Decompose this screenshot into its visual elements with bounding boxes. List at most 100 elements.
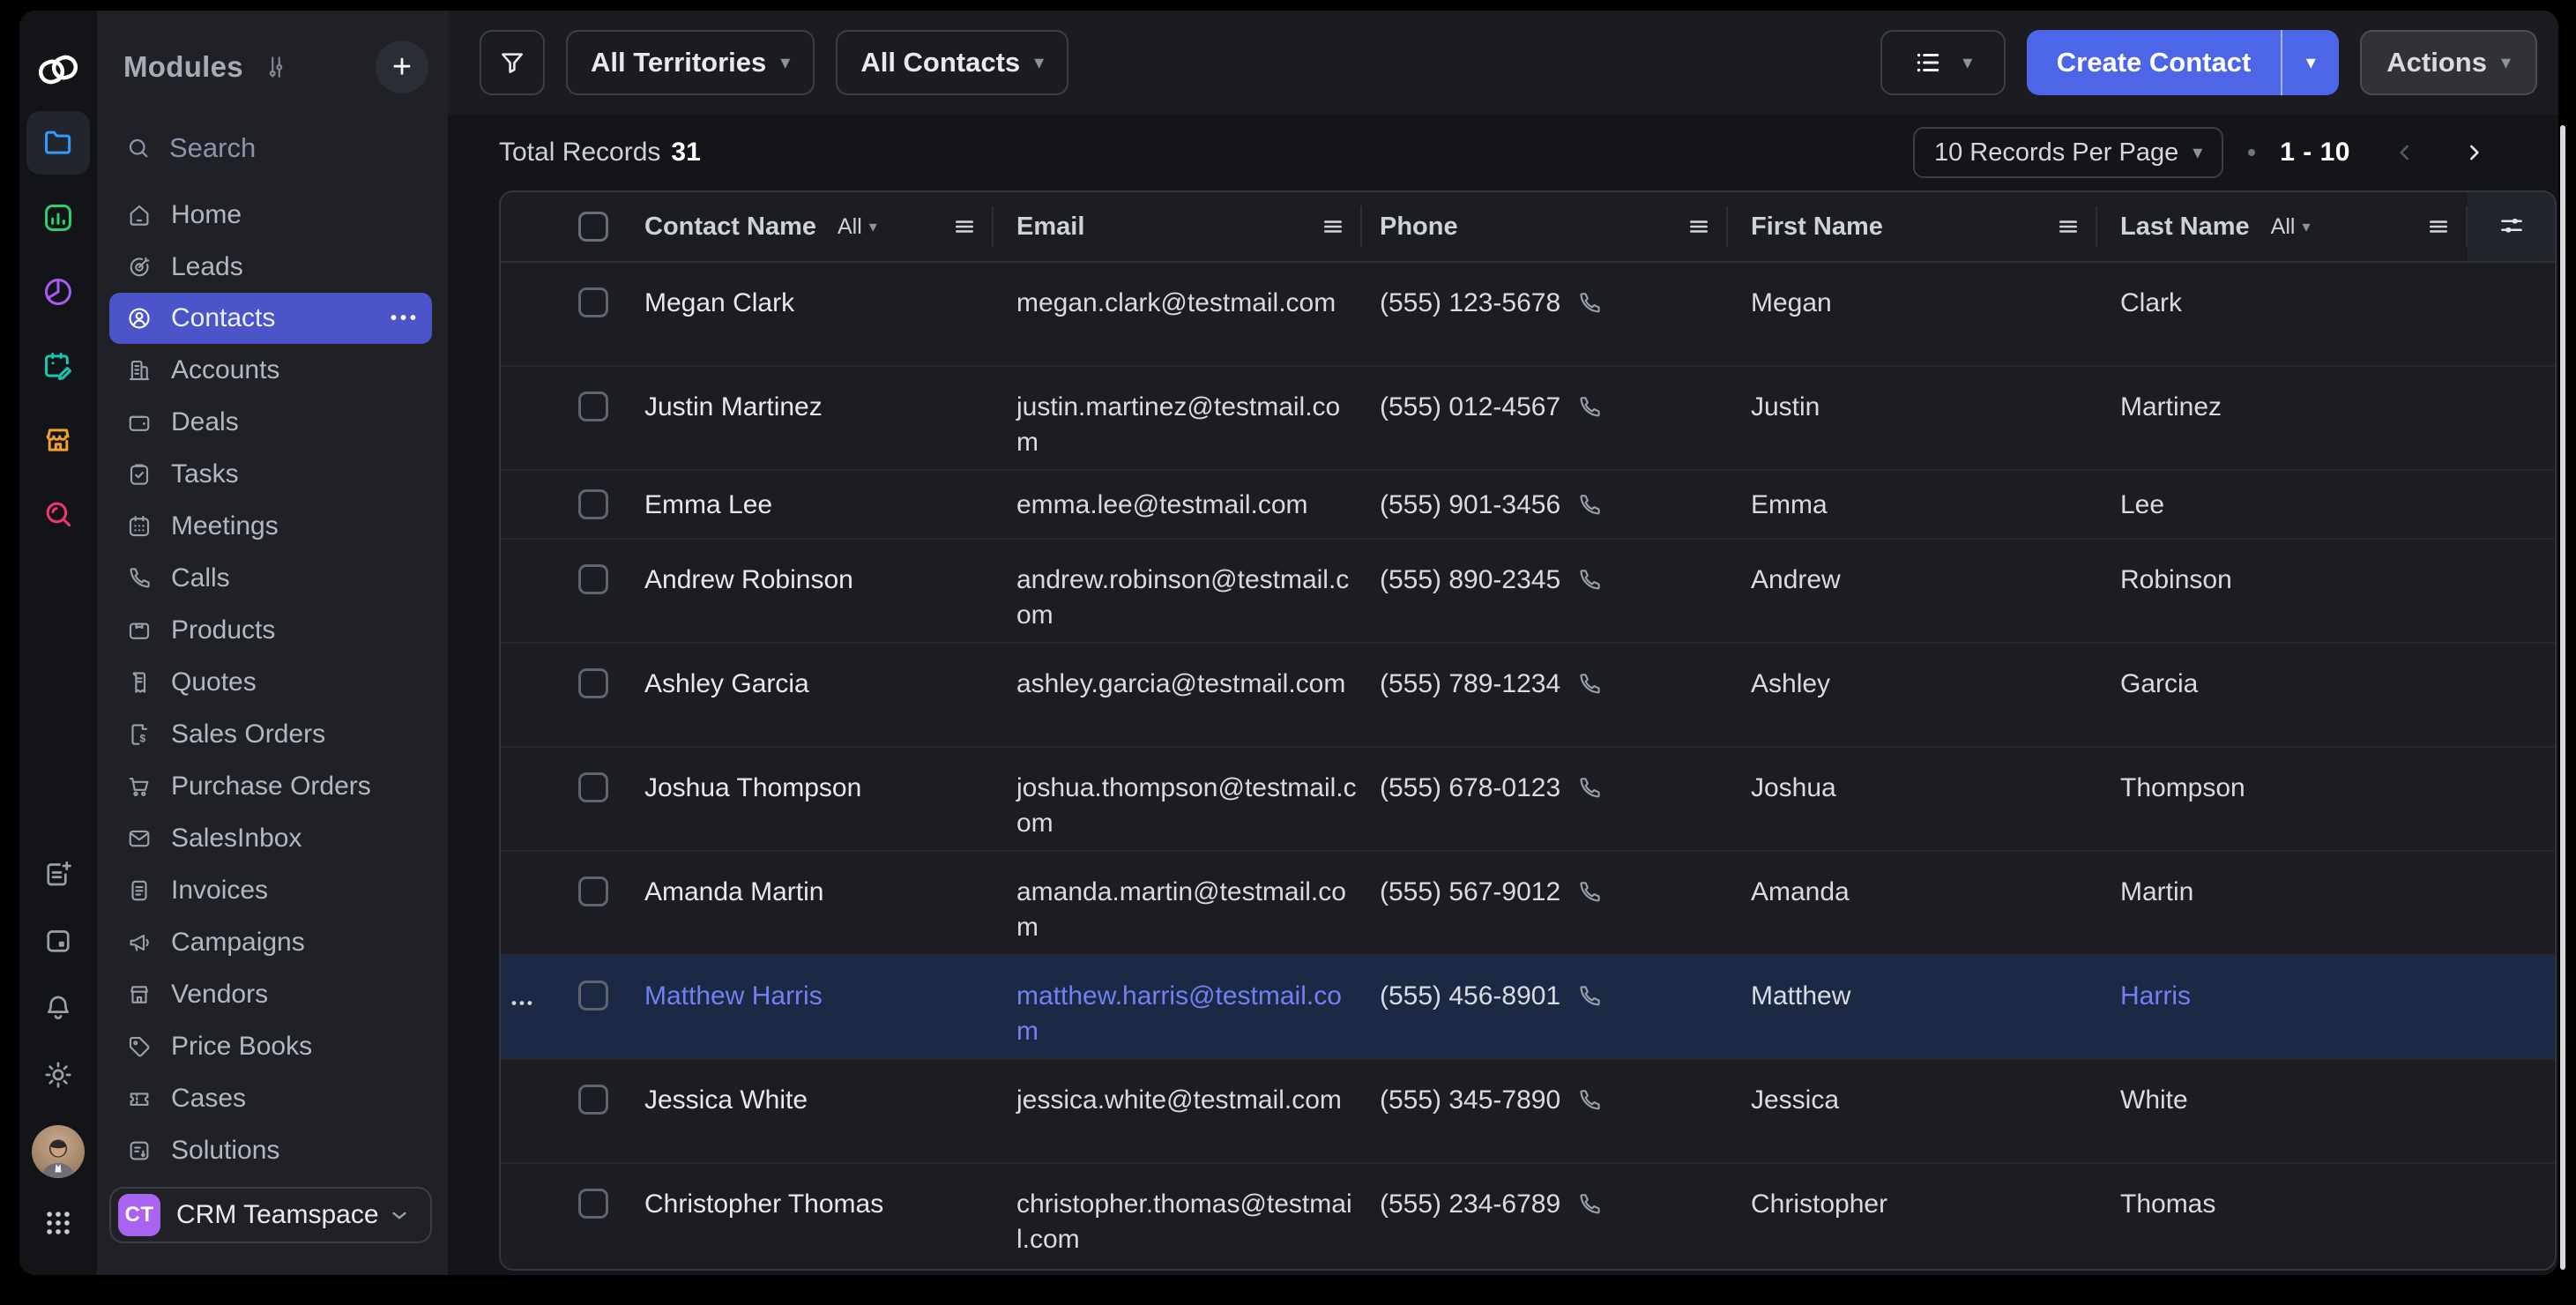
row-menu-ellipsis[interactable]: ••• xyxy=(511,986,535,1021)
last-name-cell[interactable]: Robinson xyxy=(2097,540,2468,642)
table-row[interactable]: ••• Joshua Thompson joshua.thompson@test… xyxy=(501,748,2555,852)
email-cell[interactable]: jessica.white@testmail.com xyxy=(994,1060,1362,1162)
sidebar-item-campaigns[interactable]: Campaigns xyxy=(109,916,432,968)
column-menu-icon[interactable] xyxy=(953,215,976,238)
sidebar-item-quotes[interactable]: Quotes xyxy=(109,656,432,708)
last-name-cell[interactable]: Thompson xyxy=(2097,748,2468,850)
sidebar-item-salesinbox[interactable]: SalesInbox xyxy=(109,812,432,864)
sidebar-item-sales-orders[interactable]: $Sales Orders xyxy=(109,708,432,760)
actions-dropdown[interactable]: Actions ▾ xyxy=(2360,30,2537,95)
last-name-cell[interactable]: Clark xyxy=(2097,263,2468,365)
table-row[interactable]: ••• Matthew Harris matthew.harris@testma… xyxy=(501,956,2555,1060)
sidebar-item-leads[interactable]: Leads xyxy=(109,241,432,293)
row-checkbox[interactable] xyxy=(578,772,608,802)
last-name-cell[interactable]: Martin xyxy=(2097,852,2468,954)
search-magnifier-icon[interactable] xyxy=(41,497,75,531)
contact-name-cell[interactable]: Andrew Robinson xyxy=(620,540,994,642)
last-name-cell[interactable]: Thomas xyxy=(2097,1164,2468,1271)
header-contact-name[interactable]: Contact Name All ▾ xyxy=(620,192,994,261)
phone-call-icon[interactable] xyxy=(1576,492,1603,518)
contact-name-cell[interactable]: Ashley Garcia xyxy=(620,644,994,746)
pie-chart-icon[interactable] xyxy=(41,275,75,309)
last-name-cell[interactable]: Lee xyxy=(2097,471,2468,538)
note-add-icon[interactable] xyxy=(41,857,75,891)
last-name-cell[interactable]: Martinez xyxy=(2097,367,2468,469)
column-menu-icon[interactable] xyxy=(2427,215,2450,238)
last-name-cell[interactable]: White xyxy=(2097,1060,2468,1162)
phone-call-icon[interactable] xyxy=(1576,290,1603,317)
sidebar-search[interactable]: Search xyxy=(125,132,428,164)
last-name-cell[interactable]: Harris xyxy=(2097,956,2468,1058)
calendar-edit-icon[interactable] xyxy=(41,349,75,383)
contact-name-cell[interactable]: Jessica White xyxy=(620,1060,994,1162)
table-row[interactable]: ••• Justin Martinez justin.martinez@test… xyxy=(501,367,2555,471)
phone-call-icon[interactable] xyxy=(1576,671,1603,697)
table-row[interactable]: ••• Emma Lee emma.lee@testmail.com (555)… xyxy=(501,471,2555,540)
filter-button[interactable] xyxy=(480,30,545,95)
sidebar-item-price-books[interactable]: Price Books xyxy=(109,1020,432,1072)
header-last-name[interactable]: Last Name All ▾ xyxy=(2097,192,2468,261)
create-contact-button[interactable]: Create Contact xyxy=(2027,30,2282,95)
zoho-logo-icon[interactable] xyxy=(34,46,82,93)
row-checkbox[interactable] xyxy=(578,1085,608,1115)
bell-icon[interactable] xyxy=(41,991,75,1025)
list-view-toggle[interactable]: ▾ xyxy=(1880,30,2006,95)
sliders-icon[interactable] xyxy=(263,54,289,80)
phone-call-icon[interactable] xyxy=(1576,1191,1603,1218)
storefront-icon[interactable] xyxy=(41,423,75,457)
territories-dropdown[interactable]: All Territories ▾ xyxy=(566,30,815,95)
row-checkbox[interactable] xyxy=(578,981,608,1010)
row-checkbox[interactable] xyxy=(578,876,608,906)
user-avatar[interactable] xyxy=(32,1125,85,1178)
row-checkbox[interactable] xyxy=(578,668,608,698)
sidebar-item-products[interactable]: Products xyxy=(109,604,432,656)
column-menu-icon[interactable] xyxy=(1687,215,1710,238)
contact-name-cell[interactable]: Joshua Thompson xyxy=(620,748,994,850)
add-module-button[interactable]: + xyxy=(376,41,428,93)
last-name-cell[interactable]: Garcia xyxy=(2097,644,2468,746)
row-checkbox[interactable] xyxy=(578,489,608,519)
sidebar-item-vendors[interactable]: Vendors xyxy=(109,968,432,1020)
select-all-checkbox[interactable] xyxy=(578,212,608,242)
sidebar-item-solutions[interactable]: Solutions xyxy=(109,1124,432,1176)
email-cell[interactable]: justin.martinez@testmail.com xyxy=(994,367,1362,469)
row-checkbox[interactable] xyxy=(578,392,608,421)
table-row[interactable]: ••• Andrew Robinson andrew.robinson@test… xyxy=(501,540,2555,644)
table-row[interactable]: ••• Christopher Thomas christopher.thoma… xyxy=(501,1164,2555,1271)
table-row[interactable]: ••• Jessica White jessica.white@testmail… xyxy=(501,1060,2555,1164)
records-per-page-dropdown[interactable]: 10 Records Per Page ▾ xyxy=(1913,127,2223,178)
sidebar-item-purchase-orders[interactable]: Purchase Orders xyxy=(109,760,432,812)
phone-call-icon[interactable] xyxy=(1576,1087,1603,1114)
phone-call-icon[interactable] xyxy=(1576,983,1603,1010)
sidebar-item-cases[interactable]: Cases xyxy=(109,1072,432,1124)
last-name-filter-dropdown[interactable]: All ▾ xyxy=(2271,214,2311,240)
create-contact-menu-button[interactable]: ▾ xyxy=(2282,30,2339,95)
bar-chart-icon[interactable] xyxy=(41,201,75,235)
column-settings-button[interactable] xyxy=(2468,192,2555,261)
table-row[interactable]: ••• Ashley Garcia ashley.garcia@testmail… xyxy=(501,644,2555,748)
sidebar-item-invoices[interactable]: Invoices xyxy=(109,864,432,916)
email-cell[interactable]: andrew.robinson@testmail.com xyxy=(994,540,1362,642)
previous-page-button[interactable] xyxy=(2386,133,2424,172)
rail-active-tab[interactable] xyxy=(26,111,90,175)
email-cell[interactable]: megan.clark@testmail.com xyxy=(994,263,1362,365)
module-menu-ellipsis[interactable]: ••• xyxy=(391,309,420,329)
contact-name-cell[interactable]: Justin Martinez xyxy=(620,367,994,469)
contact-name-filter-dropdown[interactable]: All ▾ xyxy=(838,214,877,240)
view-dropdown[interactable]: All Contacts ▾ xyxy=(836,30,1068,95)
vertical-scrollbar[interactable] xyxy=(2560,125,2565,1270)
phone-call-icon[interactable] xyxy=(1576,879,1603,906)
row-checkbox[interactable] xyxy=(578,1189,608,1219)
sidebar-item-meetings[interactable]: Meetings xyxy=(109,500,432,552)
email-cell[interactable]: amanda.martin@testmail.com xyxy=(994,852,1362,954)
column-menu-icon[interactable] xyxy=(1322,215,1344,238)
phone-call-icon[interactable] xyxy=(1576,567,1603,593)
header-phone[interactable]: Phone xyxy=(1362,192,1728,261)
table-row[interactable]: ••• Megan Clark megan.clark@testmail.com… xyxy=(501,263,2555,367)
sidebar-item-accounts[interactable]: Accounts xyxy=(109,344,432,396)
column-menu-icon[interactable] xyxy=(2057,215,2080,238)
phone-call-icon[interactable] xyxy=(1576,775,1603,802)
phone-call-icon[interactable] xyxy=(1576,394,1603,421)
row-checkbox[interactable] xyxy=(578,564,608,594)
sidebar-item-deals[interactable]: Deals xyxy=(109,396,432,448)
